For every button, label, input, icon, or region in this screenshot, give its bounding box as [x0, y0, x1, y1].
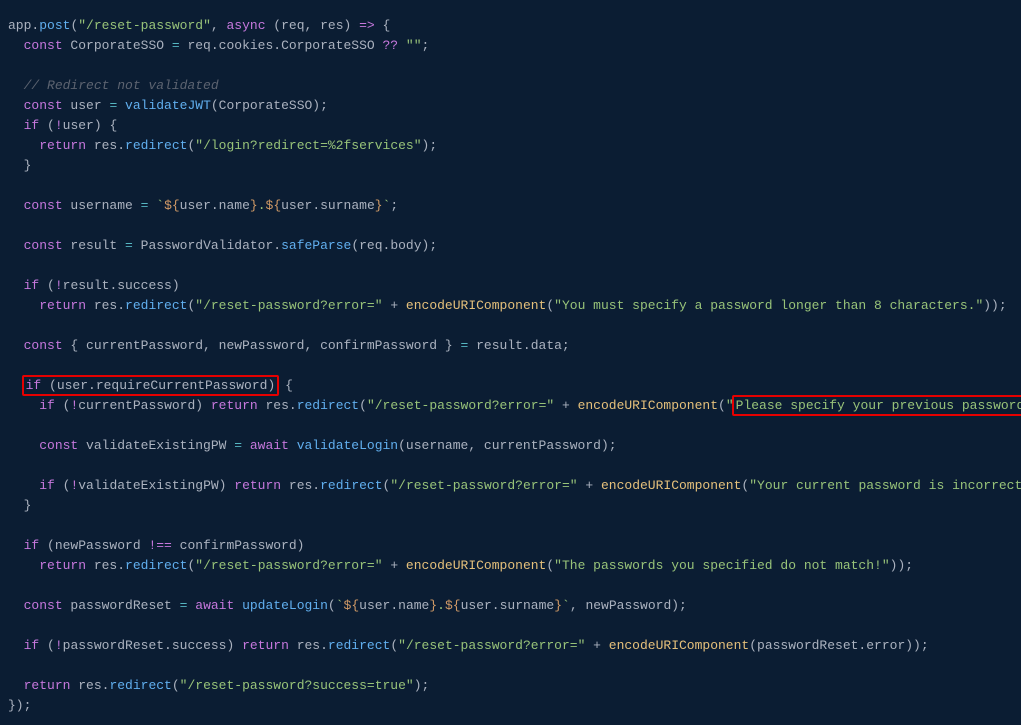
highlight-message: Please specify your previous password.	[732, 395, 1021, 416]
code-block: app.post("/reset-password", async (req, …	[0, 0, 1021, 724]
highlight-condition: if (user.requireCurrentPassword)	[22, 375, 280, 396]
